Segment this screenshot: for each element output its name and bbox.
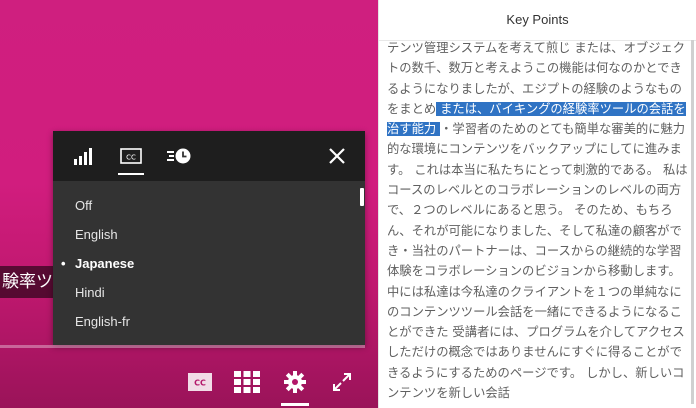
- caption-option-english[interactable]: English: [53, 220, 365, 249]
- progress-bar[interactable]: [0, 345, 365, 348]
- caption-settings-menu: CC Off English • Japanese Hindi English-…: [53, 131, 365, 345]
- panel-scrollbar[interactable]: [691, 40, 694, 404]
- video-caption-text: 験率ツ: [0, 266, 61, 298]
- key-points-text-after: ・学習者のためのとても簡単な審美的に魅力的な環境にコンテンツをバックアップにして…: [387, 122, 688, 401]
- fullscreen-button[interactable]: [319, 366, 367, 398]
- grid-icon: [234, 371, 261, 393]
- menu-scrollbar[interactable]: [360, 188, 364, 206]
- playback-speed-icon: [167, 148, 191, 164]
- video-player[interactable]: 験率ツ CC Off English • Japanese Hindi Engl…: [0, 0, 378, 408]
- closed-captions-icon: CC: [120, 148, 142, 164]
- selected-bullet: •: [61, 256, 66, 271]
- close-menu-button[interactable]: [320, 141, 354, 171]
- panel-title: Key Points: [379, 0, 696, 41]
- key-points-panel: Key Points テンツ管理システムを考えて煎じ または、オブジェクトの数千…: [378, 0, 696, 408]
- close-icon: [329, 148, 345, 164]
- option-label: Japanese: [75, 256, 135, 271]
- caption-language-list: Off English • Japanese Hindi English-fr: [53, 181, 365, 336]
- key-points-text: テンツ管理システムを考えて煎じ または、オブジェクトの数千、数万と考えようこの機…: [379, 38, 696, 406]
- chapters-grid-button[interactable]: [224, 366, 272, 398]
- caption-option-japanese[interactable]: • Japanese: [53, 249, 365, 278]
- fullscreen-icon: [333, 373, 352, 391]
- option-label: Off: [75, 198, 93, 213]
- closed-captions-icon: CC: [187, 373, 212, 391]
- caption-option-english-fr[interactable]: English-fr: [53, 307, 365, 336]
- quality-tab[interactable]: [66, 141, 100, 171]
- captions-tab[interactable]: CC: [114, 141, 148, 175]
- settings-gear-icon: [283, 371, 306, 393]
- settings-button[interactable]: [271, 366, 319, 406]
- option-label: English: [75, 227, 118, 242]
- settings-active-indicator: [281, 403, 309, 406]
- caption-option-off[interactable]: Off: [53, 191, 365, 220]
- svg-text:CC: CC: [194, 379, 206, 388]
- signal-bars-icon: [74, 148, 92, 165]
- caption-menu-header: CC: [53, 131, 365, 181]
- svg-text:CC: CC: [126, 154, 136, 162]
- option-label: Hindi: [75, 285, 105, 300]
- captions-button[interactable]: CC: [176, 366, 224, 398]
- option-label: English-fr: [75, 314, 130, 329]
- playback-speed-tab[interactable]: [162, 141, 196, 171]
- caption-option-hindi[interactable]: Hindi: [53, 278, 365, 307]
- player-controls: CC: [176, 366, 367, 406]
